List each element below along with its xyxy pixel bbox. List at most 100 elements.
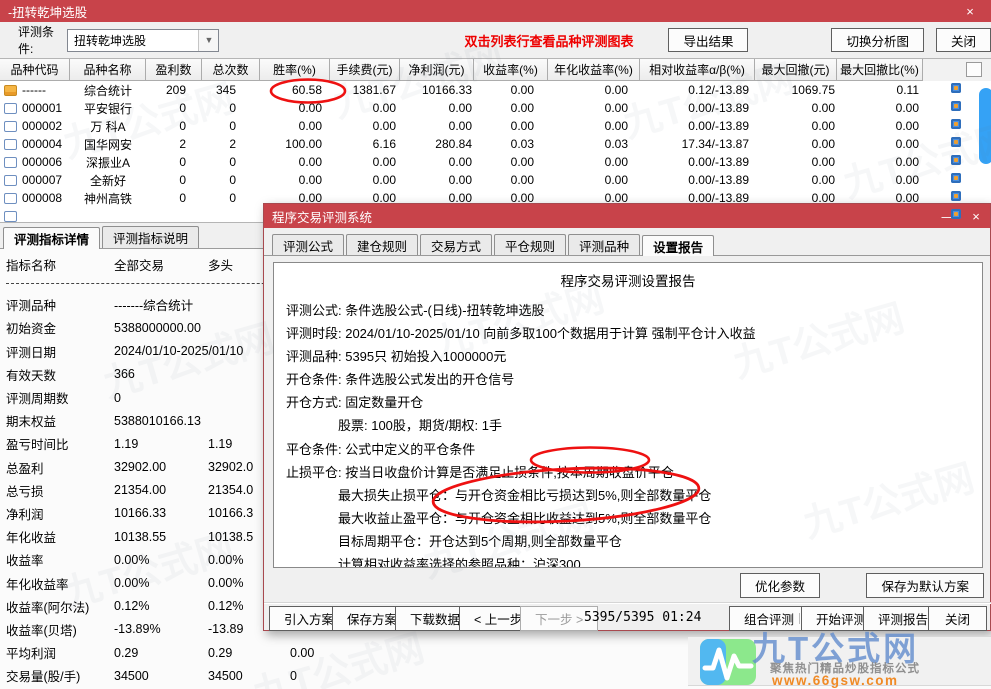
- dialog-tab-平仓规则[interactable]: 平仓规则: [494, 234, 566, 255]
- cell-value: 0: [202, 119, 260, 133]
- cell-value: 全新好: [70, 172, 146, 189]
- chart-strip-icon[interactable]: [951, 173, 961, 183]
- table-row[interactable]: 000004国华网安22100.006.16280.840.030.0317.3…: [0, 135, 991, 153]
- cell-value: 0.00: [474, 155, 548, 169]
- condition-dropdown[interactable]: 扭转乾坤选股 ▼: [67, 29, 220, 52]
- optimize-params-button[interactable]: 优化参数: [740, 573, 820, 598]
- table-row[interactable]: 000002万 科A000.000.000.000.000.000.00/-13…: [0, 117, 991, 135]
- indicator-name: 期末权益: [0, 411, 114, 430]
- column-header[interactable]: 手续费(元): [330, 59, 400, 81]
- cell-value: 0.00/-13.89: [640, 155, 755, 169]
- column-header[interactable]: 总次数: [202, 59, 260, 81]
- cell-value: 0.00: [755, 137, 837, 151]
- cell-value: 0.00: [400, 155, 474, 169]
- cell-value: 1069.75: [755, 83, 837, 97]
- cell-value: 0.00: [548, 155, 640, 169]
- column-header[interactable]: 最大回撤(元): [755, 59, 837, 81]
- cell-value: 0: [202, 191, 260, 205]
- indicator-name: 初始资金: [0, 318, 114, 337]
- dialog-tab-建仓规则[interactable]: 建仓规则: [346, 234, 418, 255]
- cell-value: 深振业A: [70, 154, 146, 171]
- column-header[interactable]: 盈利数: [146, 59, 202, 81]
- cell-value: 综合统计: [70, 82, 146, 99]
- cell-value: 0.00: [260, 173, 330, 187]
- cell-value: 6.16: [330, 137, 400, 151]
- cell-value: 0.00: [837, 173, 923, 187]
- table-row[interactable]: ------综合统计20934560.581381.6710166.330.00…: [0, 81, 991, 99]
- indicator-name: 有效天数: [0, 365, 114, 384]
- chart-strip-icon[interactable]: [951, 101, 961, 111]
- cell-value: 0.03: [548, 137, 640, 151]
- cell-value: 60.58: [260, 83, 330, 97]
- indicator-name: 盈亏时间比: [0, 434, 114, 453]
- indicator-value: 0.29: [114, 646, 208, 660]
- chart-strip-icon[interactable]: [951, 83, 961, 93]
- chevron-down-icon[interactable]: ▼: [198, 30, 218, 51]
- cell-value: 0: [146, 101, 202, 115]
- dialog-close-button[interactable]: 关闭: [928, 606, 987, 631]
- cell-value: 0: [202, 173, 260, 187]
- cell-value: 0.00: [548, 173, 640, 187]
- table-row[interactable]: 000006深振业A000.000.000.000.000.000.00/-13…: [0, 153, 991, 171]
- switch-chart-button[interactable]: 切换分析图: [831, 28, 924, 52]
- column-header[interactable]: 品种代码: [0, 59, 70, 81]
- column-header[interactable]: 年化收益率(%): [548, 59, 640, 81]
- save-as-default-button[interactable]: 保存为默认方案: [866, 573, 984, 598]
- report-line: 开仓方式: 固定数量开仓: [274, 391, 982, 414]
- table-row[interactable]: 000007全新好000.000.000.000.000.000.00/-13.…: [0, 171, 991, 189]
- export-results-button[interactable]: 导出结果: [668, 28, 748, 52]
- cell-value: 0: [146, 119, 202, 133]
- cell-value: 0.00: [548, 119, 640, 133]
- indicator-value: 5388000000.00: [114, 321, 208, 335]
- indicator-value: 1.19: [114, 437, 208, 451]
- tab-评测指标详情[interactable]: 评测指标详情: [3, 227, 100, 249]
- toolbar-close-button[interactable]: 关闭: [936, 28, 991, 52]
- cell-value: 0.00/-13.89: [640, 119, 755, 133]
- report-box: 程序交易评测设置报告 评测公式: 条件选股公式-(日线)-扭转乾坤选股评测时段:…: [273, 262, 983, 568]
- column-header[interactable]: 相对收益率α/β(%): [640, 59, 755, 81]
- cell-value: 0.00: [260, 101, 330, 115]
- cell-value: 0.11: [837, 83, 923, 97]
- chart-strip-icon[interactable]: [951, 137, 961, 147]
- column-header[interactable]: 最大回撤比(%): [837, 59, 923, 81]
- cell-value: 0.00: [474, 119, 548, 133]
- results-table: 品种代码品种名称盈利数总次数胜率(%)手续费(元)净利润(元)收益率(%)年化收…: [0, 58, 991, 222]
- cell-value: 0.00: [260, 119, 330, 133]
- dialog-close-icon[interactable]: ×: [962, 209, 990, 224]
- cell-code: [0, 211, 70, 222]
- tab-评测指标说明[interactable]: 评测指标说明: [102, 226, 199, 248]
- vertical-scrollbar-thumb[interactable]: [979, 88, 991, 164]
- evaluation-dialog: 程序交易评测系统 — × 评测公式建仓规则交易方式平仓规则评测品种设置报告 程序…: [263, 203, 991, 631]
- cell-value: 0.00: [330, 155, 400, 169]
- dialog-tab-评测品种[interactable]: 评测品种: [568, 234, 640, 255]
- column-header[interactable]: 净利润(元): [400, 59, 474, 81]
- column-header[interactable]: 胜率(%): [260, 59, 330, 81]
- chart-strip-icon[interactable]: [951, 191, 961, 201]
- table-row[interactable]: 000001平安银行000.000.000.000.000.000.00/-13…: [0, 99, 991, 117]
- indicator-value: 0.29: [208, 646, 290, 660]
- window-close-icon[interactable]: ×: [957, 4, 983, 19]
- indicator-name: 年化收益: [0, 527, 114, 546]
- dialog-tab-交易方式[interactable]: 交易方式: [420, 234, 492, 255]
- chart-strip-icon[interactable]: [951, 119, 961, 129]
- indicator-value: 34500: [208, 669, 290, 683]
- dialog-tab-设置报告[interactable]: 设置报告: [642, 235, 714, 256]
- column-header[interactable]: 品种名称: [70, 59, 146, 81]
- toolbar: 评测条件: 扭转乾坤选股 ▼ 双击列表行查看品种评测图表 导出结果 切换分析图 …: [0, 22, 991, 58]
- cell-value: 0.12/-13.89: [640, 83, 755, 97]
- cell-value: 0: [146, 191, 202, 205]
- chart-strip-icon[interactable]: [951, 155, 961, 165]
- report-line: 评测时段: 2024/01/10-2025/01/10 向前多取100个数据用于…: [274, 322, 982, 345]
- dialog-tab-评测公式[interactable]: 评测公式: [272, 234, 344, 255]
- watermark-url: www.66gsw.com: [772, 673, 899, 688]
- report-line: 平仓条件: 公式中定义的平仓条件: [274, 438, 982, 461]
- window-title: -扭转乾坤选股: [8, 2, 87, 21]
- indicator-name: 平均利润: [0, 643, 114, 662]
- report-line: 计算相对收益率选择的参照品种：沪深300: [274, 553, 982, 568]
- chart-strip-icon[interactable]: [951, 209, 961, 219]
- cell-value: 0: [146, 155, 202, 169]
- column-header[interactable]: 收益率(%): [474, 59, 548, 81]
- indicator-value: -------综合统计: [114, 295, 208, 314]
- cell-value: 国华网安: [70, 136, 146, 153]
- cell-value: 平安银行: [70, 100, 146, 117]
